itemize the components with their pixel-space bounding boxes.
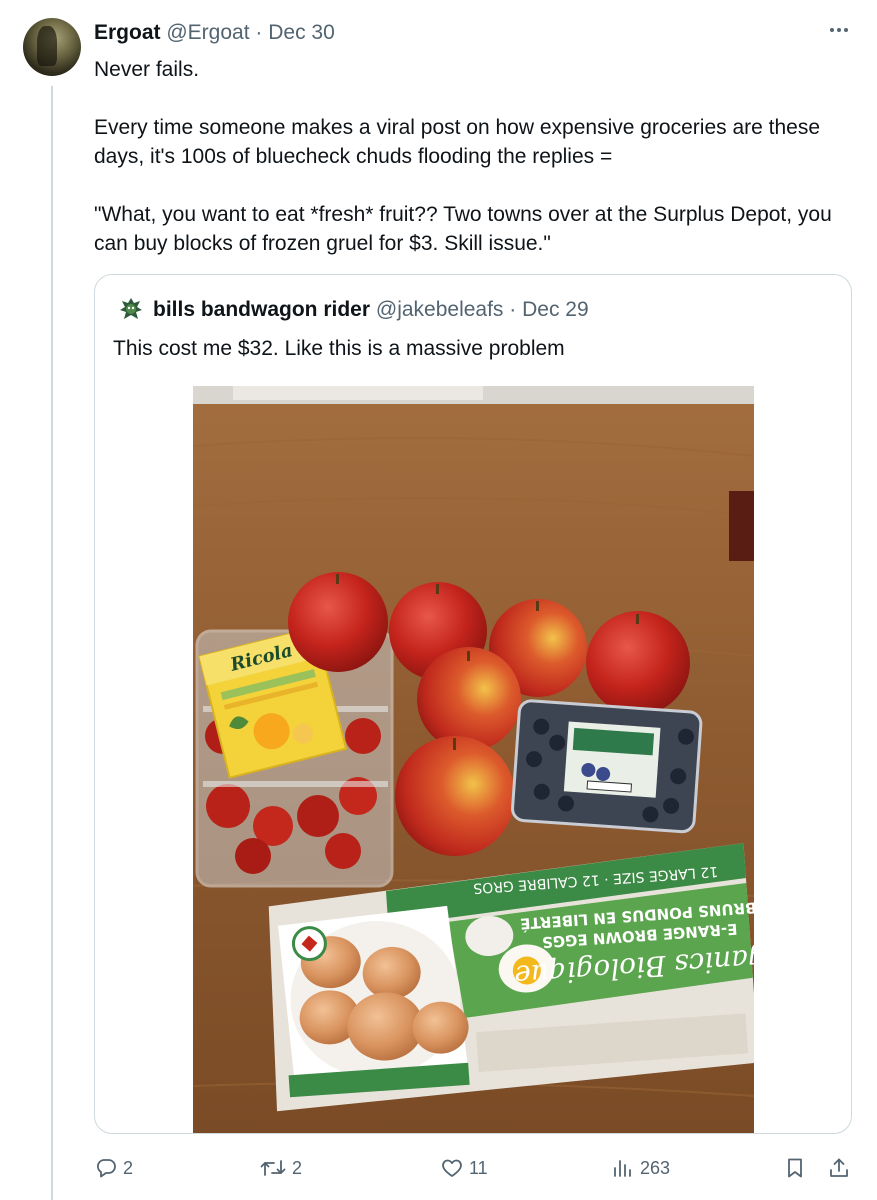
quoted-author-name[interactable]: bills bandwagon rider <box>153 298 370 321</box>
retweet-count: 2 <box>292 1157 303 1178</box>
like-count: 11 <box>469 1157 488 1178</box>
reply-icon <box>94 1156 118 1180</box>
reply-button[interactable]: 2 <box>94 1150 133 1186</box>
avatar[interactable] <box>23 18 81 76</box>
quoted-tweet-card[interactable]: bills bandwagon rider @jakebeleafs · Dec… <box>94 274 852 1134</box>
author-name[interactable]: Ergoat <box>94 21 161 44</box>
tweet-text: Never fails. Every time someone makes a … <box>94 55 864 258</box>
retweet-icon <box>259 1156 287 1180</box>
quoted-author-handle[interactable]: @jakebeleafs <box>376 298 504 321</box>
tweet-date[interactable]: Dec 30 <box>268 21 335 44</box>
tweet-paragraph: "What, you want to eat *fresh* fruit?? T… <box>94 203 832 255</box>
groceries-photo: Ricola 12 LARGE SIZE · 12 CALIBRE GROS B… <box>193 386 754 1133</box>
more-icon[interactable] <box>824 18 854 44</box>
quoted-date[interactable]: Dec 29 <box>522 298 589 321</box>
quoted-separator: · <box>509 298 517 321</box>
like-button[interactable]: 11 <box>440 1150 488 1186</box>
views-icon <box>611 1156 635 1180</box>
share-button[interactable] <box>827 1150 851 1186</box>
quoted-header: bills bandwagon rider @jakebeleafs · Dec… <box>153 296 589 324</box>
tweet-header: Ergoat @Ergoat · Dec 30 <box>94 20 335 46</box>
bookmark-icon <box>783 1156 807 1180</box>
header-separator: · <box>255 21 263 44</box>
action-bar: 2 2 11 263 <box>0 1150 877 1186</box>
views-button[interactable]: 263 <box>611 1150 670 1186</box>
bookmark-button[interactable] <box>783 1150 807 1186</box>
author-handle[interactable]: @Ergoat <box>166 21 249 44</box>
reply-count: 2 <box>123 1157 134 1178</box>
tweet-paragraph: Every time someone makes a viral post on… <box>94 116 821 168</box>
quoted-text: This cost me $32. Like this is a massive… <box>113 337 565 360</box>
heart-icon <box>440 1156 464 1180</box>
tweet-paragraph: Never fails. <box>94 58 200 81</box>
retweet-button[interactable]: 2 <box>259 1150 302 1186</box>
views-count: 263 <box>640 1157 671 1178</box>
thread-line <box>51 86 53 1200</box>
quoted-photo[interactable]: Ricola 12 LARGE SIZE · 12 CALIBRE GROS B… <box>193 386 754 1133</box>
share-icon <box>827 1156 851 1180</box>
quoted-avatar[interactable] <box>116 294 146 324</box>
